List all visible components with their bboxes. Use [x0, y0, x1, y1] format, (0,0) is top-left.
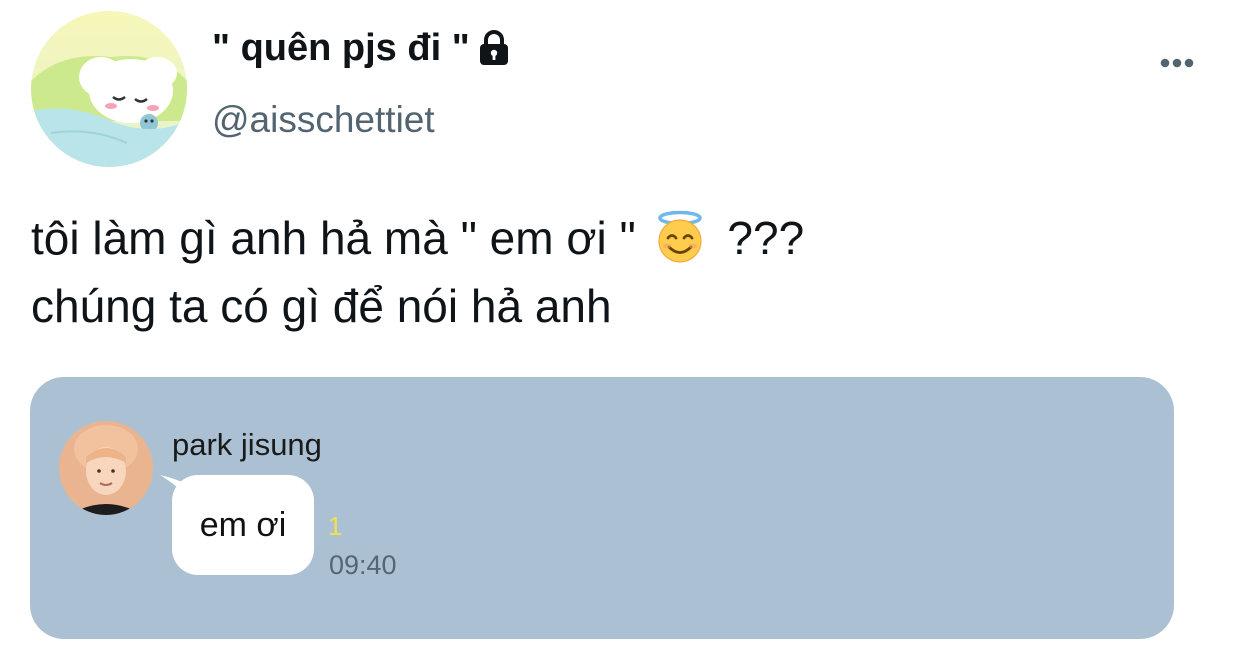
more-options-button[interactable]	[1156, 46, 1204, 80]
sender-avatar	[59, 421, 153, 515]
message-time: 09:40	[329, 550, 397, 580]
tweet-text-line-1: tôi làm gì anh hả mà " em ơi " ???	[31, 204, 1211, 272]
tweet-text-segment: ???	[727, 212, 805, 264]
attached-chat-image[interactable]: park jisung em ơi 1 09:40	[30, 377, 1174, 639]
smiling-face-with-halo-icon	[653, 210, 707, 264]
sender-name: park jisung	[172, 427, 322, 462]
author-handle[interactable]: @aisschettiet	[212, 98, 435, 142]
author-avatar[interactable]	[31, 11, 187, 167]
sleeping-bunny-avatar-icon	[31, 11, 187, 167]
message-text: em ơi	[199, 505, 287, 544]
tweet-text-line-2: chúng ta có gì để nói hả anh	[31, 280, 612, 332]
unread-count: 1	[328, 511, 343, 541]
more-horizontal-icon	[1160, 58, 1194, 68]
author-display-name[interactable]: " quên pjs đi "	[212, 26, 510, 70]
display-name-text: " quên pjs đi "	[212, 27, 470, 69]
lock-icon	[478, 30, 510, 66]
message-bubble: em ơi	[172, 475, 314, 575]
profile-photo-icon	[59, 421, 153, 515]
tweet-text: tôi làm gì anh hả mà " em ơi " ??? chúng…	[31, 204, 1211, 340]
tweet-text-segment: tôi làm gì anh hả mà " em ơi "	[31, 212, 636, 264]
